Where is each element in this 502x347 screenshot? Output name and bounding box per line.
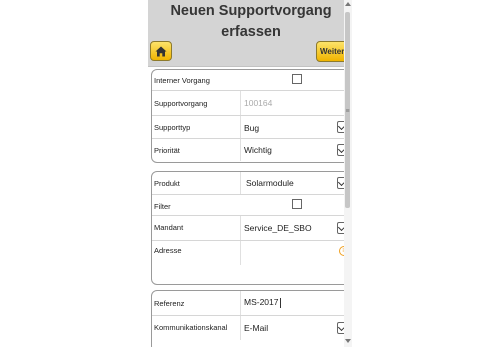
type-row[interactable]: Supporttyp Bug xyxy=(152,116,344,139)
header-bar: Neuen Supportvorgang erfassen Weiter xyxy=(148,0,344,67)
scroll-down-arrow-icon[interactable] xyxy=(345,339,351,343)
filter-checkbox[interactable] xyxy=(292,199,302,209)
product-row[interactable]: Produkt Solarmodule xyxy=(152,172,344,195)
form-group-main: Interner Vorgang Supportvorgang 100164 S… xyxy=(151,69,344,163)
column-divider xyxy=(240,216,241,240)
client-row[interactable]: Mandant Service_DE_SBO xyxy=(152,216,344,241)
type-select-value[interactable]: Bug xyxy=(244,123,259,133)
product-select-value[interactable]: Solarmodule xyxy=(246,178,294,188)
filter-row: Filter xyxy=(152,195,344,216)
number-row: Supportvorgang 100164 xyxy=(152,91,344,116)
internal-checkbox[interactable] xyxy=(292,74,302,84)
column-divider xyxy=(240,291,241,315)
priority-dropdown-arrow-icon[interactable] xyxy=(337,144,344,156)
vertical-scrollbar[interactable]: ≡ xyxy=(344,0,352,347)
text-cursor xyxy=(279,297,281,308)
address-row[interactable]: Adresse ≡ xyxy=(152,241,344,283)
scroll-grip-icon: ≡ xyxy=(345,108,350,115)
reference-value: MS-2017 xyxy=(244,297,279,307)
page-title: Neuen Supportvorgang erfassen xyxy=(170,3,332,40)
column-divider xyxy=(240,139,241,161)
priority-label: Priorität xyxy=(154,146,180,155)
product-label: Produkt xyxy=(154,179,180,188)
number-label: Supportvorgang xyxy=(154,99,208,108)
reference-row[interactable]: Referenz MS-2017 xyxy=(152,291,344,316)
client-select-value[interactable]: Service_DE_SBO xyxy=(244,223,312,233)
reference-label: Referenz xyxy=(154,299,185,308)
internal-row: Interner Vorgang xyxy=(152,70,344,91)
next-button[interactable]: Weiter xyxy=(316,41,344,62)
client-label: Mandant xyxy=(154,223,184,232)
channel-dropdown-arrow-icon[interactable] xyxy=(337,322,344,334)
column-divider xyxy=(240,91,241,115)
app-panel: Neuen Supportvorgang erfassen Weiter Int… xyxy=(148,0,344,347)
column-divider xyxy=(240,316,241,340)
form-group-product: Produkt Solarmodule Filter Mandant Servi… xyxy=(151,171,344,285)
type-dropdown-arrow-icon[interactable] xyxy=(337,121,344,133)
priority-select-value[interactable]: Wichtig xyxy=(244,145,272,155)
scroll-up-arrow-icon[interactable] xyxy=(345,2,351,6)
form-group-reference: Referenz MS-2017 Kommunikationskanal E-M… xyxy=(151,290,344,347)
internal-label: Interner Vorgang xyxy=(154,76,210,85)
home-icon xyxy=(155,46,167,56)
filter-label: Filter xyxy=(154,202,171,211)
home-button[interactable] xyxy=(150,41,172,61)
channel-row[interactable]: Kommunikationskanal E-Mail xyxy=(152,316,344,340)
client-dropdown-arrow-icon[interactable] xyxy=(337,222,344,234)
priority-row[interactable]: Priorität Wichtig xyxy=(152,139,344,161)
type-label: Supporttyp xyxy=(154,123,191,132)
column-divider xyxy=(240,116,241,138)
channel-select-value[interactable]: E-Mail xyxy=(244,323,268,333)
product-dropdown-arrow-icon[interactable] xyxy=(337,177,344,189)
column-divider xyxy=(240,172,241,194)
column-divider xyxy=(240,241,241,265)
number-value: 100164 xyxy=(244,98,273,108)
address-label: Adresse xyxy=(154,246,182,255)
channel-label: Kommunikationskanal xyxy=(154,323,228,332)
reference-input[interactable]: MS-2017 xyxy=(244,297,281,308)
